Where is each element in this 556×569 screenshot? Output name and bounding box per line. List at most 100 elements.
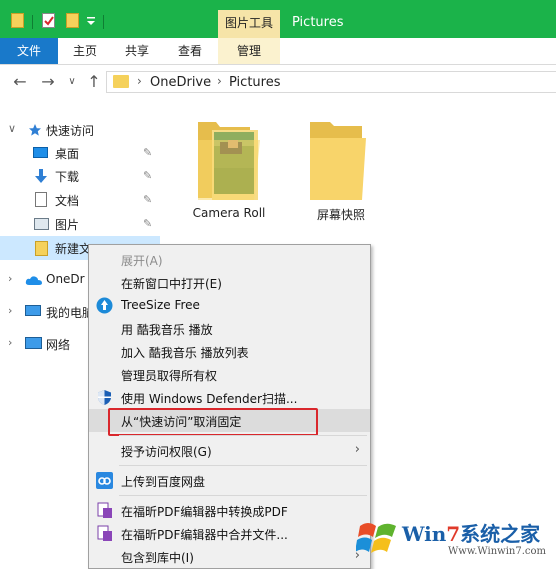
tab-view[interactable]: 查看 — [162, 38, 218, 64]
new-folder-icon[interactable] — [66, 13, 79, 28]
nav-label: 网络 — [46, 338, 71, 352]
menu-item-label: 在福昕PDF编辑器中转换成PDF — [121, 505, 288, 519]
properties-icon[interactable] — [42, 13, 55, 28]
pin-icon[interactable]: ✎ — [143, 193, 152, 206]
menu-separator — [119, 435, 367, 436]
customize-toolbar-icon[interactable] — [86, 16, 96, 26]
menu-separator — [119, 495, 367, 496]
window-title: Pictures — [292, 15, 344, 30]
pdf-icon — [97, 502, 112, 518]
folder-tile-screenshots[interactable]: 屏幕快照 — [298, 112, 384, 222]
menu-item-label: 在新窗口中打开(E) — [121, 277, 222, 291]
menu-item-kuwo-play[interactable]: 用 酷我音乐 播放 — [89, 317, 370, 340]
menu-item-kuwo-playlist[interactable]: 加入 酷我音乐 播放列表 — [89, 340, 370, 363]
watermark-brand: Win7系统之家 — [402, 522, 541, 546]
tab-manage[interactable]: 管理 — [218, 38, 280, 64]
menu-item-include-in-library[interactable]: 包含到库中(I) › — [89, 545, 370, 568]
menu-item-grant-access[interactable]: 授予访问权限(G) › — [89, 439, 370, 462]
breadcrumb-separator-icon[interactable]: › — [217, 74, 222, 88]
pin-icon[interactable]: ✎ — [143, 217, 152, 230]
pdf-icon — [97, 525, 112, 541]
chevron-right-icon[interactable]: › — [8, 304, 12, 317]
menu-item-foxit-merge[interactable]: 在福昕PDF编辑器中合并文件... — [89, 522, 370, 545]
nav-item-downloads[interactable]: 下载 ✎ — [0, 165, 160, 187]
menu-separator — [119, 465, 367, 466]
menu-item-treesize[interactable]: TreeSize Free — [89, 294, 370, 317]
tab-file[interactable]: 文件 — [0, 38, 58, 64]
address-field[interactable]: › OneDrive › Pictures — [106, 71, 556, 93]
breadcrumb-onedrive[interactable]: OneDrive — [150, 75, 211, 90]
nav-label: 图片 — [55, 218, 80, 232]
computer-icon — [25, 305, 41, 316]
nav-quick-access[interactable]: ∨ 快速访问 — [0, 119, 160, 141]
forward-arrow-icon[interactable]: → — [38, 72, 58, 92]
context-menu: 展开(A) 在新窗口中打开(E) TreeSize Free 用 酷我音乐 播放… — [88, 244, 371, 569]
menu-item-baidu-upload[interactable]: 上传到百度网盘 — [89, 469, 370, 492]
menu-item-label: 使用 Windows Defender扫描... — [121, 392, 298, 406]
folder-label: 屏幕快照 — [316, 208, 365, 222]
nav-label: 新建文 — [55, 242, 92, 256]
menu-item-label: 加入 酷我音乐 播放列表 — [121, 346, 249, 360]
ribbon-tabs: 文件 主页 共享 查看 管理 — [0, 38, 556, 65]
nav-label: 下载 — [55, 170, 80, 184]
menu-item-label: TreeSize Free — [121, 298, 200, 312]
baidu-cloud-icon — [96, 472, 113, 489]
nav-label: 文档 — [55, 194, 80, 208]
menu-item-label: 授予访问权限(G) — [121, 445, 212, 459]
document-icon — [35, 192, 47, 207]
menu-item-take-ownership[interactable]: 管理员取得所有权 — [89, 363, 370, 386]
menu-item-label: 管理员取得所有权 — [121, 369, 218, 383]
nav-label: 桌面 — [55, 147, 80, 161]
folder-with-photo-icon — [198, 122, 260, 200]
pin-icon[interactable]: ✎ — [143, 169, 152, 182]
title-bar: 图片工具 Pictures — [0, 0, 556, 38]
breadcrumb-pictures[interactable]: Pictures — [229, 75, 280, 90]
chevron-right-icon[interactable]: › — [8, 336, 12, 349]
nav-item-desktop[interactable]: 桌面 ✎ — [0, 142, 160, 164]
nav-item-documents[interactable]: 文档 ✎ — [0, 189, 160, 211]
watermark-url: Www.Winwin7.com — [448, 546, 546, 557]
divider — [103, 15, 104, 29]
chevron-down-icon[interactable]: ∨ — [8, 122, 16, 135]
pin-icon[interactable]: ✎ — [143, 146, 152, 159]
network-icon — [25, 337, 42, 349]
folder-icon — [113, 75, 129, 88]
windows-logo-icon — [356, 523, 396, 553]
menu-item-label: 包含到库中(I) — [121, 551, 194, 565]
menu-item-defender-scan[interactable]: 使用 Windows Defender扫描... — [89, 386, 370, 409]
menu-item-label: 展开(A) — [121, 254, 163, 268]
chevron-right-icon: › — [354, 442, 360, 457]
watermark: Win7系统之家 Www.Winwin7.com — [350, 510, 556, 569]
recent-locations-chevron-icon[interactable]: ∨ — [62, 72, 82, 92]
breadcrumb-separator-icon[interactable]: › — [137, 74, 142, 88]
folder-label: Camera Roll — [192, 206, 266, 220]
tab-share[interactable]: 共享 — [112, 38, 162, 64]
shield-icon — [98, 390, 111, 405]
folder-tile-camera-roll[interactable]: Camera Roll — [186, 112, 272, 222]
menu-item-foxit-convert[interactable]: 在福昕PDF编辑器中转换成PDF — [89, 499, 370, 522]
menu-item-open-new-window[interactable]: 在新窗口中打开(E) — [89, 271, 370, 294]
folder-icon[interactable] — [11, 13, 24, 28]
menu-item-label: 上传到百度网盘 — [121, 475, 206, 489]
up-arrow-icon[interactable]: ↑ — [84, 72, 104, 92]
pictures-icon — [34, 218, 49, 230]
folder-icon — [310, 122, 366, 200]
treesize-icon — [96, 297, 113, 314]
contextual-tab-header: 图片工具 — [218, 10, 280, 38]
desktop-icon — [33, 147, 48, 158]
nav-label: 我的电脑 — [46, 306, 95, 320]
download-icon — [35, 169, 47, 183]
divider — [32, 15, 33, 29]
nav-label: OneDr — [46, 272, 85, 286]
folder-icon — [35, 241, 48, 256]
back-arrow-icon[interactable]: ← — [10, 72, 30, 92]
nav-label: 快速访问 — [46, 124, 95, 138]
menu-item-expand[interactable]: 展开(A) — [89, 248, 370, 271]
menu-item-label: 在福昕PDF编辑器中合并文件... — [121, 528, 288, 542]
address-bar: ← → ∨ ↑ › OneDrive › Pictures — [0, 65, 556, 99]
tab-home[interactable]: 主页 — [58, 38, 112, 64]
cloud-icon — [25, 276, 42, 285]
nav-item-pictures[interactable]: 图片 ✎ — [0, 213, 160, 235]
chevron-right-icon[interactable]: › — [8, 272, 12, 285]
highlight-box — [108, 408, 318, 436]
